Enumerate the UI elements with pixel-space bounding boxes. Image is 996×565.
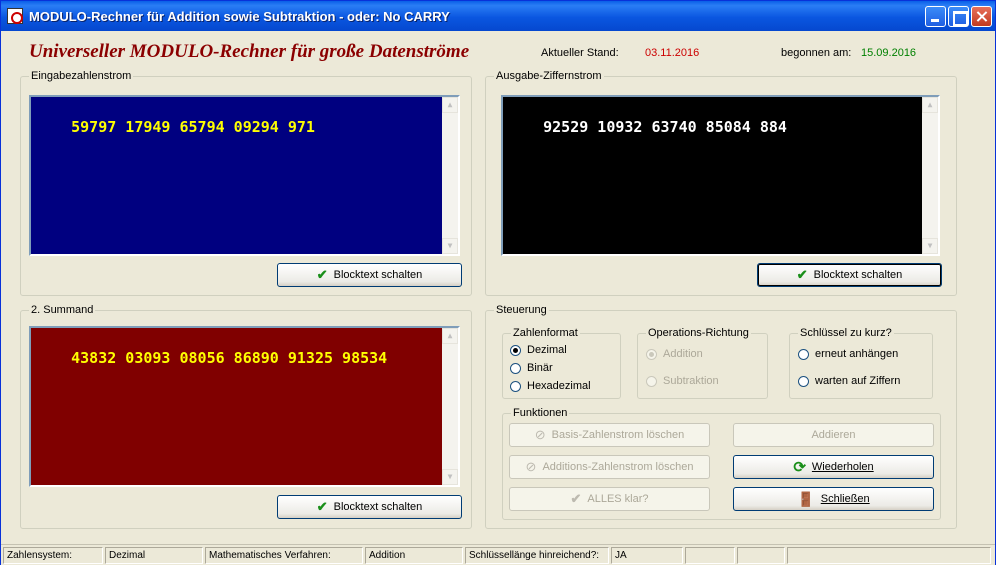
output-textarea[interactable]: 92529 10932 63740 85084 884 ▲ ▼ <box>501 95 940 256</box>
radio-subtraktion-label: Subtraktion <box>663 375 719 387</box>
begonnen-date: 15.09.2016 <box>861 47 917 59</box>
maximize-button[interactable] <box>948 6 969 27</box>
addieren-button[interactable]: Addieren <box>733 423 934 447</box>
zahlenformat-legend: Zahlenformat <box>511 327 580 339</box>
richtung-legend: Operations-Richtung <box>646 327 751 339</box>
begonnen-label: begonnen am: <box>781 47 852 59</box>
summand-text: 43832 03093 08056 86890 91325 98534 <box>71 349 388 367</box>
alles-klar-label: ALLES klar? <box>587 493 649 505</box>
radio-dezimal-label: Dezimal <box>527 344 567 356</box>
output-text: 92529 10932 63740 85084 884 <box>543 118 787 136</box>
output-scrollbar[interactable]: ▲ ▼ <box>922 97 938 254</box>
status-verfahren-label: Mathematisches Verfahren: <box>205 547 363 564</box>
status-bar: Zahlensystem: Dezimal Mathematisches Ver… <box>1 544 995 565</box>
scroll-down-icon[interactable]: ▼ <box>442 469 458 485</box>
radio-warten-auf-ziffern[interactable]: warten auf Ziffern <box>798 375 900 387</box>
app-icon[interactable] <box>7 8 23 24</box>
status-verfahren-value: Addition <box>365 547 463 564</box>
radio-dezimal[interactable]: Dezimal <box>510 344 567 356</box>
schluessel-legend: Schlüssel zu kurz? <box>798 327 894 339</box>
radio-dot[interactable] <box>646 348 657 360</box>
input-blocktext-label: Blocktext schalten <box>333 269 423 281</box>
title-bar[interactable]: MODULO-Rechner für Addition sowie Subtra… <box>1 1 995 31</box>
richtung-group: Operations-Richtung <box>637 327 768 399</box>
radio-dot[interactable] <box>798 348 809 360</box>
input-blocktext-button[interactable]: ✔ Blocktext schalten <box>277 263 462 287</box>
radio-dot[interactable] <box>510 380 521 392</box>
wiederholen-label: Wiederholen <box>811 461 874 473</box>
radio-binaer[interactable]: Binär <box>510 362 553 374</box>
input-textarea[interactable]: 59797 17949 65794 09294 971 ▲ ▼ <box>29 95 460 256</box>
checkmark-icon: ✔ <box>796 267 808 282</box>
additions-loeschen-label: Additions-Zahlenstrom löschen <box>542 461 694 473</box>
input-text: 59797 17949 65794 09294 971 <box>71 118 315 136</box>
stand-date: 03.11.2016 <box>645 47 700 59</box>
status-zahlensystem-value: Dezimal <box>105 547 203 564</box>
steuerung-group-legend: Steuerung <box>494 304 549 316</box>
minimize-button[interactable] <box>925 6 946 27</box>
summand-scrollbar[interactable]: ▲ ▼ <box>442 328 458 485</box>
scroll-up-icon[interactable]: ▲ <box>442 97 458 113</box>
refresh-icon: ⟳ <box>793 459 806 476</box>
checkmark-icon: ✔ <box>316 499 328 514</box>
door-exit-icon: 🚪 <box>797 490 815 507</box>
scroll-up-icon[interactable]: ▲ <box>922 97 938 113</box>
summand-blocktext-label: Blocktext schalten <box>333 501 423 513</box>
radio-binaer-label: Binär <box>527 362 553 374</box>
summand-group-legend: 2. Summand <box>29 304 96 316</box>
checkmark-icon: ✔ <box>316 267 328 282</box>
basis-loeschen-button[interactable]: ⊘ Basis-Zahlenstrom löschen <box>509 423 710 447</box>
summand-textarea[interactable]: 43832 03093 08056 86890 91325 98534 ▲ ▼ <box>29 326 460 487</box>
input-group-legend: Eingabezahlenstrom <box>29 70 134 82</box>
funktionen-legend: Funktionen <box>511 407 570 419</box>
window-title: MODULO-Rechner für Addition sowie Subtra… <box>29 9 450 24</box>
no-entry-icon: ⊘ <box>525 459 537 474</box>
schliessen-button[interactable]: 🚪 Schließen <box>733 487 934 511</box>
addieren-label: Addieren <box>811 429 856 441</box>
status-zahlensystem-label: Zahlensystem: <box>3 547 103 564</box>
radio-dot[interactable] <box>510 344 521 356</box>
stand-label: Aktueller Stand: <box>541 47 619 59</box>
radio-hexadezimal-label: Hexadezimal <box>527 380 591 392</box>
radio-erneut-anhaengen[interactable]: erneut anhängen <box>798 348 898 360</box>
app-heading: Universeller MODULO-Rechner für große Da… <box>29 41 470 62</box>
status-schluessel-label: Schlüssellänge hinreichend?: <box>465 547 609 564</box>
basis-loeschen-label: Basis-Zahlenstrom löschen <box>551 429 685 441</box>
status-schluessel-value: JA <box>611 547 683 564</box>
input-scrollbar[interactable]: ▲ ▼ <box>442 97 458 254</box>
no-entry-icon: ⊘ <box>534 427 546 442</box>
radio-hexadezimal[interactable]: Hexadezimal <box>510 380 591 392</box>
alles-klar-button[interactable]: ✔ ALLES klar? <box>509 487 710 511</box>
output-group-legend: Ausgabe-Ziffernstrom <box>494 70 604 82</box>
radio-dot[interactable] <box>510 362 521 374</box>
output-blocktext-button[interactable]: ✔ Blocktext schalten <box>757 263 942 287</box>
radio-dot[interactable] <box>646 375 657 387</box>
checkmark-icon: ✔ <box>570 491 582 506</box>
radio-erneut-label: erneut anhängen <box>815 348 899 360</box>
radio-addition[interactable]: Addition <box>646 348 703 360</box>
scroll-up-icon[interactable]: ▲ <box>442 328 458 344</box>
output-blocktext-label: Blocktext schalten <box>813 269 903 281</box>
scroll-down-icon[interactable]: ▼ <box>922 238 938 254</box>
radio-addition-label: Addition <box>663 348 703 360</box>
status-panel-empty <box>685 547 735 564</box>
scroll-down-icon[interactable]: ▼ <box>442 238 458 254</box>
status-panel-empty <box>787 547 991 564</box>
schliessen-label: Schließen <box>820 493 870 505</box>
radio-warten-label: warten auf Ziffern <box>815 375 901 387</box>
summand-blocktext-button[interactable]: ✔ Blocktext schalten <box>277 495 462 519</box>
app-window: MODULO-Rechner für Addition sowie Subtra… <box>0 0 996 565</box>
radio-dot[interactable] <box>798 375 809 387</box>
radio-subtraktion[interactable]: Subtraktion <box>646 375 719 387</box>
additions-loeschen-button[interactable]: ⊘ Additions-Zahlenstrom löschen <box>509 455 710 479</box>
schluessel-group: Schlüssel zu kurz? <box>789 327 933 399</box>
status-panel-empty <box>737 547 785 564</box>
wiederholen-button[interactable]: ⟳ Wiederholen <box>733 455 934 479</box>
close-button[interactable] <box>971 6 992 27</box>
